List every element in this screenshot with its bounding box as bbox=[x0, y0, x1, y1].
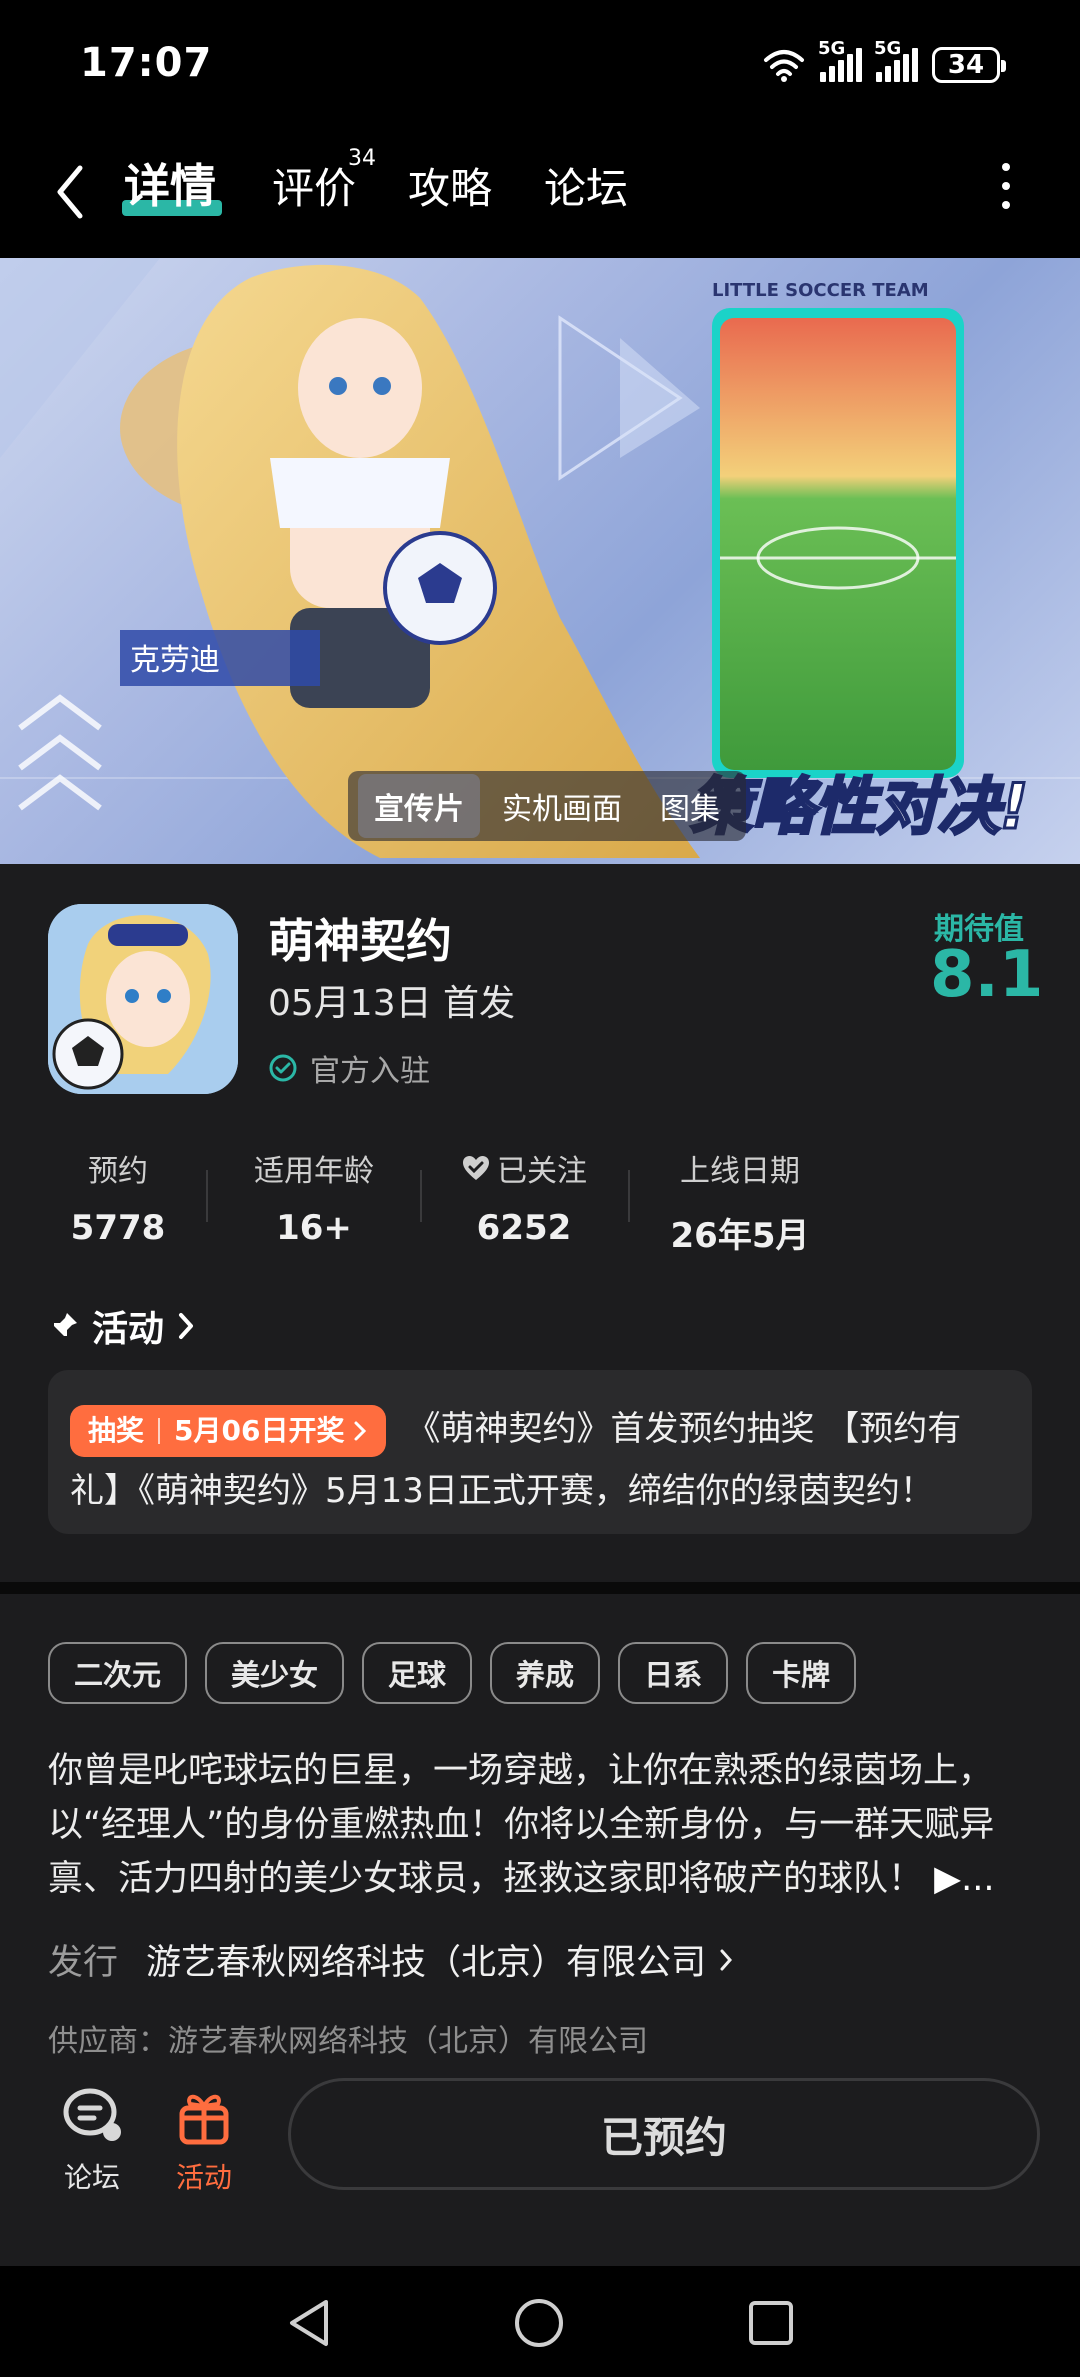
bottom-forum-label: 论坛 bbox=[63, 2161, 120, 2194]
bottom-activity-label: 活动 bbox=[175, 2161, 232, 2194]
publisher-label: 发行 bbox=[48, 1943, 119, 1983]
media-tab-trailer[interactable]: 宣传片 bbox=[358, 774, 480, 838]
section-divider bbox=[0, 1582, 1080, 1594]
stat-value: 26年5月 bbox=[670, 1216, 810, 1256]
more-options-icon[interactable] bbox=[1000, 163, 1012, 209]
stat-value: 16+ bbox=[276, 1208, 352, 1248]
media-tab-gallery[interactable]: 图集 bbox=[644, 774, 736, 838]
nav-recents-icon[interactable] bbox=[746, 2298, 796, 2348]
official-badge: 官方入驻 bbox=[268, 1046, 430, 1090]
lottery-badge[interactable]: 抽奖 5月06日开奖 bbox=[70, 1404, 387, 1457]
banner-media-tabs: 宣传片 实机画面 图集 bbox=[348, 771, 746, 841]
nav-back-icon[interactable] bbox=[284, 2296, 334, 2350]
tag-item[interactable]: 二次元 bbox=[48, 1642, 188, 1704]
status-time: 17:07 bbox=[80, 40, 213, 86]
publisher-name: 游艺春秋网络科技（北京）有限公司 bbox=[146, 1943, 707, 1983]
publisher-row[interactable]: 发行 游艺春秋网络科技（北京）有限公司 bbox=[48, 1934, 734, 1985]
game-description[interactable]: 你曾是叱咤球坛的巨星，一场穿越，让你在熟悉的绿茵场上，以“经理人”的身份重燃热血… bbox=[48, 1744, 1038, 1906]
tab-details[interactable]: 详情 bbox=[124, 150, 216, 216]
wifi-icon bbox=[764, 50, 804, 82]
stat-launch-date: 上线日期 26年5月 bbox=[650, 1146, 830, 1257]
badge-type: 抽奖 bbox=[88, 1413, 145, 1447]
nav-home-icon[interactable] bbox=[512, 2296, 566, 2350]
activity-title: 活动 bbox=[92, 1309, 165, 1350]
badge-date: 5月06日开奖 bbox=[174, 1413, 345, 1447]
app-name: 萌神契约 bbox=[268, 914, 452, 968]
chevron-right-icon bbox=[179, 1313, 194, 1339]
stat-reservations: 预约 5778 bbox=[28, 1146, 208, 1248]
character-name: 克劳迪 bbox=[130, 643, 220, 678]
pin-icon bbox=[52, 1313, 77, 1338]
tag-item[interactable]: 卡牌 bbox=[746, 1642, 857, 1704]
supplier-text: 供应商：游艺春秋网络科技（北京）有限公司 bbox=[48, 2024, 648, 2059]
system-nav-bar bbox=[0, 2266, 1080, 2377]
check-circle-icon bbox=[269, 1054, 297, 1082]
release-date: 05月13日 首发 bbox=[268, 983, 516, 1024]
tag-item[interactable]: 日系 bbox=[618, 1642, 729, 1704]
back-arrow-icon[interactable] bbox=[52, 162, 88, 222]
gift-icon bbox=[179, 2094, 229, 2145]
cell-signal-2-icon: 5G bbox=[874, 38, 918, 82]
banner-corner-text: LITTLE SOCCER TEAM bbox=[712, 280, 929, 301]
reserved-button[interactable]: 已预约 bbox=[288, 2078, 1040, 2190]
expand-description-button[interactable]: ▶... bbox=[934, 1859, 994, 1899]
stat-label: 适用年龄 bbox=[254, 1154, 374, 1189]
tab-reviews[interactable]: 评价 bbox=[272, 155, 356, 216]
stat-divider bbox=[206, 1170, 208, 1222]
tab-guides[interactable]: 攻略 bbox=[408, 155, 492, 216]
stat-label: 上线日期 bbox=[680, 1154, 800, 1189]
media-tab-gameplay[interactable]: 实机画面 bbox=[486, 774, 638, 838]
tag-list: 二次元 美少女 足球 养成 日系 卡牌 bbox=[48, 1642, 857, 1704]
chevron-right-icon bbox=[720, 1949, 733, 1970]
app-icon bbox=[48, 904, 238, 1094]
activity-card-content[interactable]: 抽奖 5月06日开奖 《萌神契约》首发预约抽奖 【预约有礼】《萌神契约》5月13… bbox=[70, 1398, 1010, 1522]
cell-signal-1-icon: 5G bbox=[818, 38, 862, 82]
tag-item[interactable]: 养成 bbox=[490, 1642, 601, 1704]
tab-forum[interactable]: 论坛 bbox=[544, 155, 628, 216]
stat-age-rating: 适用年龄 16+ bbox=[224, 1146, 404, 1248]
stat-value: 6252 bbox=[476, 1208, 572, 1248]
tag-item[interactable]: 足球 bbox=[362, 1642, 473, 1704]
stat-label: 已关注 bbox=[497, 1154, 587, 1189]
chevron-right-icon bbox=[354, 1421, 367, 1440]
forum-chat-icon bbox=[63, 2088, 121, 2141]
stat-divider bbox=[628, 1170, 630, 1222]
stat-label: 预约 bbox=[88, 1154, 148, 1189]
stat-value: 5778 bbox=[70, 1208, 166, 1248]
stat-divider bbox=[420, 1170, 422, 1222]
review-count-badge: 34 bbox=[348, 146, 376, 171]
expectation-score: 8.1 bbox=[930, 938, 1044, 1012]
heart-icon bbox=[463, 1156, 489, 1180]
status-icons: 5G 5G 34 bbox=[762, 38, 1006, 88]
bottom-forum-button[interactable]: 论坛 bbox=[42, 2086, 142, 2196]
bottom-activity-button[interactable]: 活动 bbox=[154, 2086, 254, 2196]
description-text: 你曾是叱咤球坛的巨星，一场穿越，让你在熟悉的绿茵场上，以“经理人”的身份重燃热血… bbox=[48, 1751, 995, 1899]
activity-header[interactable]: 活动 bbox=[48, 1300, 196, 1352]
battery-icon: 34 bbox=[932, 47, 1006, 83]
tag-item[interactable]: 美少女 bbox=[205, 1642, 345, 1704]
official-label: 官方入驻 bbox=[310, 1054, 430, 1089]
stat-followers[interactable]: 已关注 6252 bbox=[434, 1146, 614, 1248]
